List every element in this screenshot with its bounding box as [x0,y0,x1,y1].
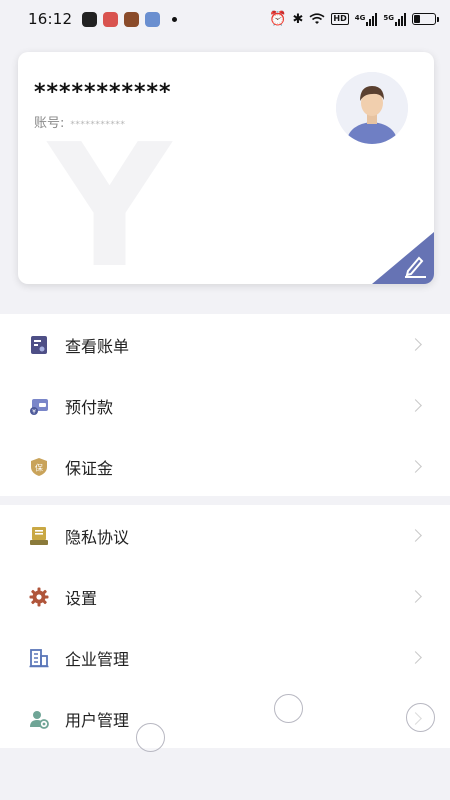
status-bar: 16:12 ⏰ ✱ HD 4G 5G [0,0,450,38]
chevron-right-icon [409,398,422,412]
wechat-icon [82,11,98,27]
prepaid-icon: ¥ [29,396,49,416]
chevron-right-icon [409,337,422,351]
app-notification-icon-3 [145,11,161,27]
menu-item-settings[interactable]: 设置 [0,566,450,627]
chevron-right-icon [409,650,422,664]
menu-label-deposit: 保证金 [65,458,114,478]
menu-item-bill[interactable]: 查看账单 [0,314,450,375]
more-notifications-dot [172,16,178,22]
signal-bars-icon-2 [395,12,406,26]
alarm-icon: ⏰ [269,11,287,27]
menu-item-prepaid[interactable]: ¥ 预付款 [0,375,450,436]
profile-card[interactable]: Y *********** 账号: *********** [18,52,434,284]
signal-bars-icon [366,12,378,26]
signal-4g: 4G [355,12,378,26]
privacy-icon [29,526,49,546]
menu-label-enterprise: 企业管理 [65,649,130,669]
signal-5g: 5G [383,12,406,26]
touch-ring-3[interactable] [406,703,435,732]
chevron-right-icon [409,589,422,603]
card-watermark: Y [48,108,172,284]
menu-label-users: 用户管理 [65,710,130,730]
menu-item-enterprise[interactable]: 企业管理 [0,627,450,688]
wifi-icon [309,13,325,24]
avatar-person-icon [336,72,408,144]
avatar[interactable] [336,72,408,144]
status-time: 16:12 [28,10,73,28]
touch-ring-1[interactable] [274,694,303,723]
deposit-shield-icon: 保 [29,457,49,477]
edit-pencil-icon[interactable] [402,252,428,278]
account-line: 账号: *********** [34,112,125,131]
menu-group-finance: 查看账单 ¥ 预付款 保 保证金 [0,314,450,496]
account-label: 账号: [34,116,65,131]
account-value: *********** [70,120,126,130]
menu-label-settings: 设置 [65,588,98,608]
enterprise-building-icon [29,648,49,668]
bluetooth-icon: ✱ [292,11,304,27]
chevron-right-icon [409,459,422,473]
app-notification-icon-2 [124,11,140,27]
svg-text:保: 保 [35,462,43,472]
menu-label-prepaid: 预付款 [65,397,114,417]
menu-item-deposit[interactable]: 保 保证金 [0,436,450,497]
user-name: *********** [34,80,172,105]
battery-icon [412,13,439,25]
menu-item-users[interactable]: 用户管理 [0,688,450,749]
menu-group-settings: 隐私协议 设置 企业管理 用户管理 [0,505,450,748]
menu-label-privacy: 隐私协议 [65,527,130,547]
svg-text:¥: ¥ [32,408,36,415]
app-notification-icon [103,11,119,27]
settings-gear-icon [29,587,49,607]
bill-icon [29,335,49,355]
menu-label-bill: 查看账单 [65,336,130,356]
touch-ring-2[interactable] [136,723,165,752]
status-right: ⏰ ✱ HD 4G 5G [269,11,439,27]
chevron-right-icon [409,528,422,542]
user-manage-icon [29,709,49,729]
menu-item-privacy[interactable]: 隐私协议 [0,505,450,566]
hd-badge: HD [331,13,349,25]
status-left: 16:12 [28,10,178,28]
